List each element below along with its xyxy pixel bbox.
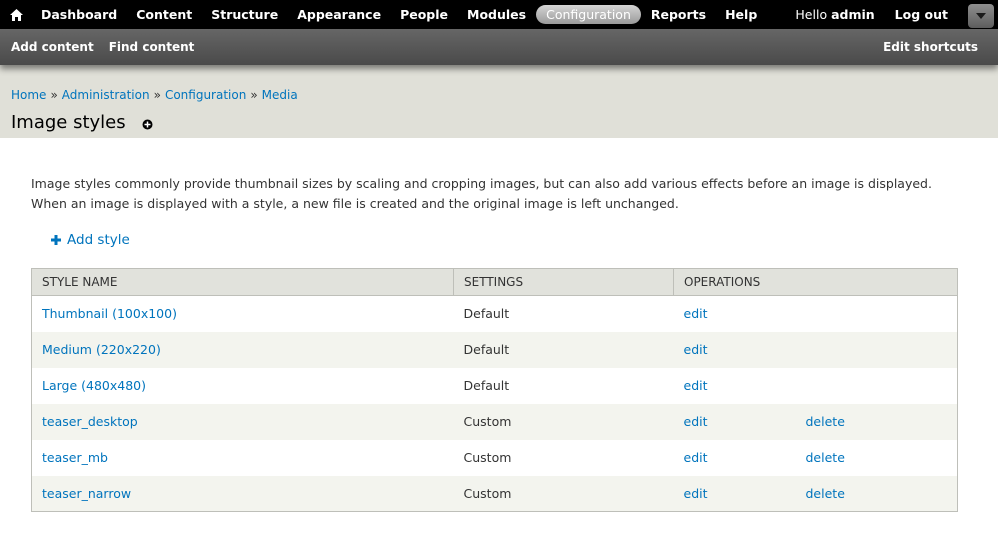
column-header-settings: SETTINGS <box>453 268 674 296</box>
style-name-link[interactable]: teaser_mb <box>42 450 108 465</box>
home-link[interactable] <box>0 0 32 29</box>
table-row: teaser_mb Custom edit delete <box>31 439 958 476</box>
table-header-row: STYLE NAME SETTINGS OPERATIONS <box>31 268 958 296</box>
username-link[interactable]: admin <box>831 7 875 22</box>
breadcrumb-home[interactable]: Home <box>11 88 46 102</box>
breadcrumb: Home» Administration» Configuration» Media <box>11 87 998 103</box>
style-settings: Custom <box>463 485 512 501</box>
table-row: teaser_narrow Custom edit delete <box>31 475 958 512</box>
add-style-label: Add style <box>67 232 130 248</box>
style-name-link[interactable]: Medium (220x220) <box>42 342 161 357</box>
shortcut-add-content[interactable]: Add content <box>11 40 94 54</box>
delete-link[interactable]: delete <box>806 486 845 501</box>
user-menu: Hello admin Log out <box>795 0 958 29</box>
table-row: teaser_desktop Custom edit delete <box>31 403 958 440</box>
breadcrumb-separator: » <box>50 88 58 102</box>
add-shortcut-button[interactable] <box>142 119 153 130</box>
style-name-link[interactable]: Thumbnail (100x100) <box>42 306 177 321</box>
plus-icon <box>51 235 61 245</box>
toolbar-item-reports[interactable]: Reports <box>642 4 715 25</box>
toolbar-item-dashboard[interactable]: Dashboard <box>32 4 126 25</box>
style-operations: edit <box>674 368 958 404</box>
toolbar-item-modules[interactable]: Modules <box>458 4 535 25</box>
breadcrumb-administration[interactable]: Administration <box>62 88 150 102</box>
add-style-link[interactable]: Add style <box>51 232 130 248</box>
toolbar-item-configuration[interactable]: Configuration <box>536 5 641 24</box>
style-name-link[interactable]: teaser_desktop <box>42 414 138 429</box>
chevron-down-icon <box>976 13 986 19</box>
home-icon <box>9 8 23 21</box>
style-settings: Default <box>463 306 510 322</box>
style-settings: Custom <box>463 450 512 465</box>
delete-link[interactable]: delete <box>806 450 845 465</box>
delete-link[interactable]: delete <box>806 414 845 429</box>
toolbar-item-structure[interactable]: Structure <box>202 4 287 25</box>
style-settings: Custom <box>463 414 512 429</box>
toolbar-item-content[interactable]: Content <box>127 4 201 25</box>
page-header: Home» Administration» Configuration» Media … <box>0 65 998 138</box>
column-header-style-name: STYLE NAME <box>31 268 454 296</box>
shortcuts-bar: Add content Find content Edit shortcuts <box>0 29 998 65</box>
style-settings: Default <box>463 378 510 393</box>
style-operations: edit delete <box>674 440 958 476</box>
toolbar-item-help[interactable]: Help <box>716 4 766 25</box>
table-row: Medium (220x220) Default edit <box>31 331 958 368</box>
greeting-prefix: Hello <box>795 7 828 22</box>
edit-link[interactable]: edit <box>684 414 806 429</box>
style-operations: edit delete <box>674 404 958 440</box>
shortcuts-drawer-toggle[interactable] <box>968 4 994 28</box>
main-content: Image styles commonly provide thumbnail … <box>0 138 998 512</box>
page-title: Image styles <box>11 112 126 133</box>
page-description: Image styles commonly provide thumbnail … <box>31 176 932 211</box>
style-settings: Default <box>463 342 510 357</box>
image-styles-table: STYLE NAME SETTINGS OPERATIONS Thumbnail… <box>31 268 958 512</box>
edit-link[interactable]: edit <box>684 378 806 393</box>
style-operations: edit <box>674 296 958 332</box>
toolbar-item-people[interactable]: People <box>391 4 457 25</box>
shortcut-find-content[interactable]: Find content <box>109 40 195 54</box>
breadcrumb-separator: » <box>250 88 258 102</box>
logout-link[interactable]: Log out <box>895 7 948 22</box>
toolbar-item-appearance[interactable]: Appearance <box>288 4 390 25</box>
style-name-link[interactable]: Large (480x480) <box>42 378 146 393</box>
toolbar-menu: Dashboard Content Structure Appearance P… <box>32 0 767 29</box>
plus-circle-icon <box>142 119 153 129</box>
style-name-link[interactable]: teaser_narrow <box>42 486 131 501</box>
table-row: Large (480x480) Default edit <box>31 367 958 404</box>
admin-toolbar: Dashboard Content Structure Appearance P… <box>0 0 998 29</box>
style-operations: edit delete <box>674 476 958 512</box>
table-row: Thumbnail (100x100) Default edit <box>31 295 958 332</box>
edit-shortcuts-link[interactable]: Edit shortcuts <box>883 40 978 54</box>
edit-link[interactable]: edit <box>684 342 806 357</box>
title-row: Image styles <box>11 112 998 134</box>
style-operations: edit <box>674 332 958 368</box>
edit-link[interactable]: edit <box>684 486 806 501</box>
user-greeting: Hello admin <box>795 7 874 22</box>
column-header-operations: OPERATIONS <box>673 268 958 296</box>
edit-link[interactable]: edit <box>684 450 806 465</box>
breadcrumb-media[interactable]: Media <box>262 88 298 102</box>
edit-link[interactable]: edit <box>684 306 806 321</box>
breadcrumb-configuration[interactable]: Configuration <box>165 88 246 102</box>
breadcrumb-separator: » <box>153 88 161 102</box>
